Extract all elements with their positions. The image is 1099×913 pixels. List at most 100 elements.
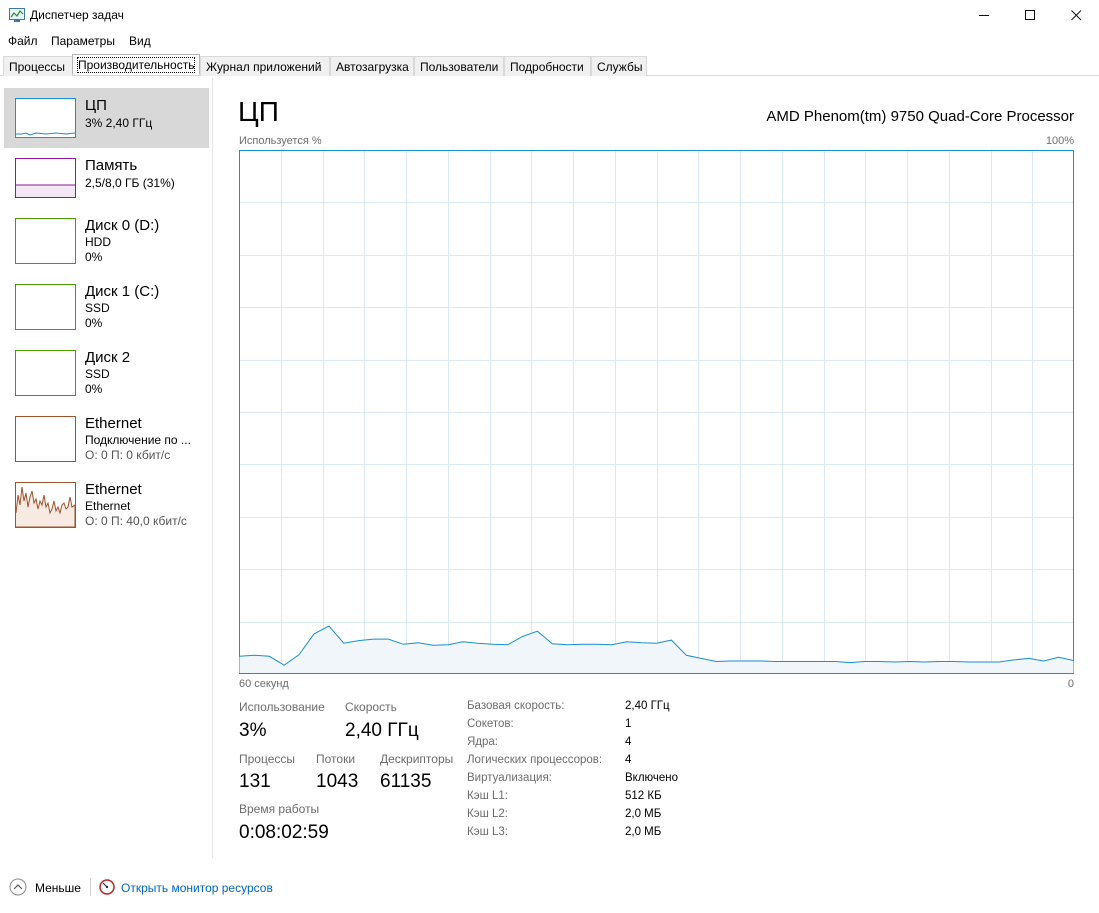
info-l1-label: Кэш L1: <box>467 790 508 802</box>
handles-value: 61135 <box>380 771 432 792</box>
speed-value: 2,40 ГГц <box>345 720 419 741</box>
sidebar-item-detail: 0% <box>85 316 103 330</box>
ethernet1-thumbnail <box>15 416 76 462</box>
info-l3-label: Кэш L3: <box>467 826 508 838</box>
menu-file[interactable]: Файл <box>8 34 38 48</box>
sidebar-item-disk0[interactable]: Диск 0 (D:) HDD 0% <box>4 208 209 274</box>
disk0-thumbnail <box>15 218 76 264</box>
threads-label: Потоки <box>316 752 356 766</box>
sidebar-item-detail: О: 0 П: 0 кбит/с <box>85 448 171 462</box>
uptime-value: 0:08:02:59 <box>239 822 329 843</box>
tab-services[interactable]: Службы <box>591 56 647 76</box>
sidebar-item-label: Ethernet <box>85 415 142 432</box>
maximize-icon <box>1024 10 1035 20</box>
info-logical-value: 4 <box>625 754 632 766</box>
info-virtualization-label: Виртуализация: <box>467 772 552 784</box>
threads-value: 1043 <box>316 771 359 792</box>
fewer-details-link[interactable]: Меньше <box>35 881 81 895</box>
tab-label: Журнал приложений <box>206 60 322 74</box>
resource-list: ЦП 3% 2,40 ГГц Память 2,5/8,0 ГБ (31%) Д… <box>0 78 213 858</box>
sidebar-item-detail: Ethernet <box>85 499 131 513</box>
sidebar-item-disk1[interactable]: Диск 1 (C:) SSD 0% <box>4 274 209 340</box>
page-title: ЦП <box>238 96 279 127</box>
sidebar-item-label: Диск 0 (D:) <box>85 217 160 234</box>
sidebar-item-label: Ethernet <box>85 481 142 498</box>
menu-options[interactable]: Параметры <box>51 34 115 48</box>
sidebar-item-ethernet-2[interactable]: Ethernet Ethernet О: 0 П: 40,0 кбит/с <box>4 472 209 538</box>
tab-label: Подробности <box>510 60 584 74</box>
disk1-thumbnail <box>15 284 76 330</box>
resource-monitor-icon <box>99 879 115 895</box>
sidebar-item-detail: 0% <box>85 382 103 396</box>
tab-details[interactable]: Подробности <box>504 56 591 76</box>
sidebar-item-detail: Подключение по ... <box>85 433 191 447</box>
tab-users[interactable]: Пользователи <box>414 56 504 76</box>
menu-view[interactable]: Вид <box>129 34 151 48</box>
tab-label: Пользователи <box>420 60 499 74</box>
close-icon <box>1070 10 1081 21</box>
title-bar: Диспетчер задач <box>0 0 1099 31</box>
sidebar-item-cpu[interactable]: ЦП 3% 2,40 ГГц <box>4 88 209 148</box>
info-cores-label: Ядра: <box>467 736 499 748</box>
ethernet2-mini-graph <box>15 486 76 528</box>
usage-value: 3% <box>239 720 267 741</box>
chevron-up-icon[interactable] <box>9 878 27 896</box>
cpu-mini-graph <box>16 132 76 136</box>
minimize-icon <box>978 15 989 16</box>
sidebar-item-ethernet-1[interactable]: Ethernet Подключение по ... О: 0 П: 0 кб… <box>4 406 209 472</box>
tab-label: Производительность <box>76 57 196 73</box>
graph-usage-label: Используется % <box>239 135 322 147</box>
sidebar-item-label: Память <box>85 157 138 174</box>
cpu-usage-graph <box>239 150 1074 674</box>
window-title: Диспетчер задач <box>30 8 124 22</box>
speed-label: Скорость <box>345 700 397 714</box>
open-resource-monitor-link[interactable]: Открыть монитор ресурсов <box>121 881 273 895</box>
minimize-button[interactable] <box>961 0 1007 31</box>
tab-performance[interactable]: Производительность <box>72 54 200 75</box>
info-sockets-label: Сокетов: <box>467 718 514 730</box>
sidebar-item-detail: 3% 2,40 ГГц <box>85 116 153 130</box>
sidebar-item-label: Диск 2 <box>85 349 131 366</box>
sidebar-item-detail: SSD <box>85 367 110 381</box>
tab-processes[interactable]: Процессы <box>3 56 73 76</box>
info-l2-value: 2,0 МБ <box>625 808 662 820</box>
sidebar-item-disk2[interactable]: Диск 2 SSD 0% <box>4 340 209 406</box>
footer-bar: Меньше Открыть монитор ресурсов <box>0 872 1099 902</box>
menu-bar: Файл Параметры Вид <box>0 31 1099 53</box>
tab-app-history[interactable]: Журнал приложений <box>200 56 330 76</box>
sidebar-item-label: Диск 1 (C:) <box>85 283 160 300</box>
graph-time-right: 0 <box>1067 678 1074 690</box>
sidebar-item-detail: 0% <box>85 250 103 264</box>
sidebar-item-detail: 2,5/8,0 ГБ (31%) <box>85 176 175 190</box>
info-cores-value: 4 <box>625 736 632 748</box>
info-l3-value: 2,0 МБ <box>625 826 662 838</box>
info-l1-value: 512 КБ <box>625 790 662 802</box>
processes-value: 131 <box>239 771 271 792</box>
info-virtualization-value: Включено <box>625 772 679 784</box>
processes-label: Процессы <box>239 752 296 766</box>
sidebar-item-detail: О: 0 П: 40,0 кбит/с <box>85 514 187 528</box>
sidebar-item-detail: SSD <box>85 301 110 315</box>
info-base-speed-label: Базовая скорость: <box>467 700 565 712</box>
maximize-button[interactable] <box>1007 0 1053 31</box>
close-button[interactable] <box>1053 0 1099 31</box>
sidebar-item-memory[interactable]: Память 2,5/8,0 ГБ (31%) <box>4 148 209 208</box>
usage-label: Использование <box>239 700 325 714</box>
tab-label: Автозагрузка <box>336 60 409 74</box>
cpu-thumbnail <box>15 98 76 138</box>
graph-max-label: 100% <box>1045 135 1074 147</box>
task-manager-icon <box>9 8 25 22</box>
footer-divider <box>90 878 91 896</box>
tab-label: Процессы <box>9 60 66 74</box>
info-l2-label: Кэш L2: <box>467 808 508 820</box>
handles-label: Дескрипторы <box>380 752 454 766</box>
ethernet2-thumbnail <box>15 482 76 528</box>
info-base-speed-value: 2,40 ГГц <box>625 700 670 712</box>
tab-strip: Процессы Производительность Журнал прило… <box>0 54 1099 76</box>
tab-label: Службы <box>597 60 643 74</box>
disk2-thumbnail <box>15 350 76 396</box>
graph-time-left: 60 секунд <box>239 678 289 690</box>
info-logical-label: Логических процессоров: <box>467 754 603 766</box>
processor-name: AMD Phenom(tm) 9750 Quad-Core Processor <box>766 108 1074 125</box>
tab-startup[interactable]: Автозагрузка <box>330 56 414 76</box>
